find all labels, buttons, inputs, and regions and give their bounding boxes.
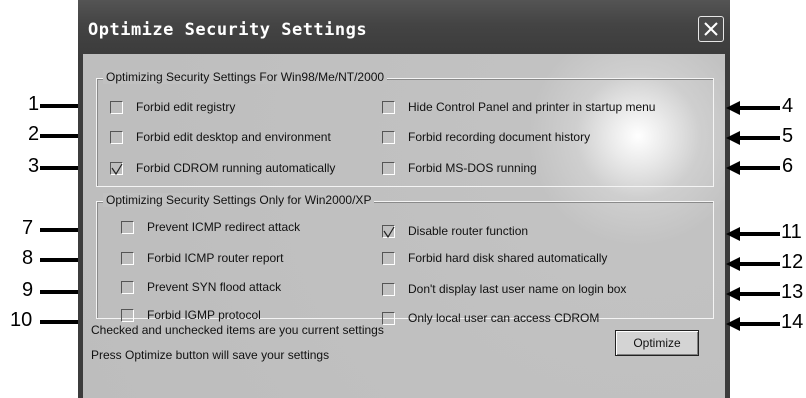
checkbox[interactable] [121,309,134,322]
arrow-left-icon [726,257,780,271]
close-button[interactable] [698,16,724,42]
arrow-left-icon [726,131,780,145]
callout-number: 4 [782,95,794,117]
checkbox-label: Hide Control Panel and printer in startu… [408,100,656,114]
arrow-left-icon [726,161,780,175]
checkbox[interactable] [121,221,134,234]
group-win98-me-nt-2000: Optimizing Security Settings For Win98/M… [96,70,714,187]
callout-number: 13 [781,281,804,303]
checkbox[interactable] [382,101,395,114]
checkbox-label: Forbid edit registry [136,100,236,114]
footer-note-current-settings: Checked and unchecked items are you curr… [91,323,384,337]
checkbox-label: Forbid hard disk shared automatically [408,251,608,265]
checkbox[interactable] [110,131,123,144]
callout-number: 14 [781,311,804,333]
callout-number: 11 [781,221,802,243]
checkbox[interactable] [382,225,395,238]
callout-11: 11 [724,221,806,244]
callout-13: 13 [724,281,806,304]
checkbox[interactable] [110,162,123,175]
checkbox[interactable] [121,281,134,294]
callout-number: 12 [781,251,804,273]
checkbox-label: Prevent ICMP redirect attack [147,220,301,234]
group-legend: Optimizing Security Settings Only for Wi… [103,193,375,207]
checkbox[interactable] [382,162,395,175]
checkmark-icon [111,163,123,175]
checkbox-label: Forbid IGMP protocol [147,308,261,322]
checkbox-label: Prevent SYN flood attack [147,280,282,294]
arrow-left-icon [726,101,780,115]
checkbox-label: Only local user can access CDROM [408,311,600,325]
checkbox[interactable] [382,312,395,325]
arrow-left-icon [726,227,780,241]
callout-12: 12 [724,251,806,274]
footer-note-save: Press Optimize button will save your set… [91,348,330,362]
checkbox[interactable] [110,101,123,114]
callout-number: 9 [22,279,34,301]
arrow-left-icon [726,317,780,331]
callout-5: 5 [724,125,806,148]
group-legend: Optimizing Security Settings For Win98/M… [103,70,388,84]
checkbox-label: Forbid recording document history [408,130,591,144]
callout-14: 14 [724,311,806,334]
optimize-button[interactable]: Optimize [615,330,699,356]
checkbox-label: Forbid CDROM running automatically [136,161,336,175]
window-title: Optimize Security Settings [88,20,368,40]
checkbox-label: Don't display last user name on login bo… [408,282,627,296]
checkbox[interactable] [121,252,134,265]
checkmark-icon [383,226,395,238]
checkbox-label: Forbid ICMP router report [147,251,284,265]
callout-number: 8 [22,247,34,269]
group-win2000-xp: Optimizing Security Settings Only for Wi… [96,193,714,325]
callout-4: 4 [724,95,806,118]
close-icon [704,22,718,36]
callout-number: 5 [782,125,794,147]
callout-number: 7 [22,217,34,239]
checkbox[interactable] [382,252,395,265]
callout-number: 10 [10,309,33,331]
checkbox[interactable] [382,131,395,144]
title-bar: Optimize Security Settings [78,0,730,60]
checkbox-label: Forbid MS-DOS running [408,161,537,175]
callout-number: 6 [782,155,794,177]
callout-6: 6 [724,155,806,178]
optimize-security-dialog: Optimize Security Settings Optimizing Se… [78,0,730,398]
checkbox[interactable] [382,283,395,296]
dialog-body: Optimizing Security Settings For Win98/M… [83,54,725,398]
checkbox-label: Disable router function [408,224,529,238]
arrow-left-icon [726,287,780,301]
checkbox-label: Forbid edit desktop and environment [136,130,331,144]
